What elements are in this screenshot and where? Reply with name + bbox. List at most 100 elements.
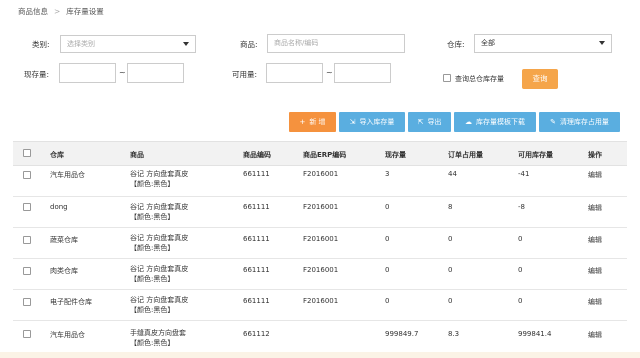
cell-occupied: 8 <box>448 203 453 211</box>
cell-available: 999841.4 <box>518 330 552 338</box>
row-checkbox[interactable] <box>23 267 31 275</box>
row-checkbox[interactable] <box>23 203 31 211</box>
plus-icon: + <box>299 118 306 126</box>
edit-link[interactable]: 编辑 <box>588 330 602 340</box>
warehouse-value: 全部 <box>481 39 495 47</box>
breadcrumb-parent[interactable]: 商品信息 <box>18 7 48 16</box>
product-attr: 【颜色:黑色】 <box>130 275 175 283</box>
stock-min-input[interactable] <box>59 63 116 83</box>
cell-available: 0 <box>518 297 523 305</box>
table-row: 电子配件仓库 谷记 方向盘套真皮 【颜色:黑色】 661111 F2016001 … <box>13 290 627 321</box>
cell-warehouse: 肉类仓库 <box>50 267 78 275</box>
cell-available: -8 <box>518 203 525 211</box>
header-erp-code: 商品ERP编码 <box>303 151 347 159</box>
edit-link[interactable]: 编辑 <box>588 266 602 276</box>
query-button[interactable]: 查询 <box>522 69 558 89</box>
cell-warehouse: dong <box>50 203 68 211</box>
product-name: 谷记 方向盘套真皮 <box>130 170 189 178</box>
cell-code: 661111 <box>243 170 270 178</box>
product-attr: 【颜色:黑色】 <box>130 213 175 221</box>
cell-stock: 999849.7 <box>385 330 419 338</box>
cell-erp: F2016001 <box>303 235 339 243</box>
breadcrumb-current: 库存量设置 <box>66 7 104 16</box>
product-attr: 【颜色:黑色】 <box>130 244 175 252</box>
category-select[interactable]: 选择类别 <box>60 35 196 53</box>
product-search-input[interactable]: 商品名称/编码 <box>267 34 405 53</box>
select-all-checkbox[interactable] <box>23 149 31 157</box>
category-label: 类别: <box>32 40 50 49</box>
available-label: 可用量: <box>232 70 258 79</box>
import-stock-button[interactable]: ⇲ 导入库存量 <box>339 112 405 132</box>
template-download-button-label: 库存量模板下载 <box>476 118 525 126</box>
clear-occupied-button[interactable]: ✎ 清理库存占用量 <box>539 112 620 132</box>
breadcrumb-separator: > <box>54 7 61 16</box>
cell-product: 谷记 方向盘套真皮 【颜色:黑色】 <box>130 202 188 222</box>
cell-occupied: 8.3 <box>448 330 460 338</box>
row-checkbox[interactable] <box>23 298 31 306</box>
cell-occupied: 0 <box>448 297 453 305</box>
import-icon: ⇲ <box>349 118 356 126</box>
wrench-icon: ✎ <box>550 118 556 126</box>
export-icon: ⇱ <box>417 118 424 126</box>
bottom-edge <box>0 352 640 358</box>
stock-label: 现存量: <box>24 70 50 79</box>
available-max-input[interactable] <box>334 63 391 83</box>
row-checkbox[interactable] <box>23 330 31 338</box>
cell-occupied: 0 <box>448 266 453 274</box>
product-name: 手缝真皮方向盘套 <box>130 329 186 337</box>
edit-link[interactable]: 编辑 <box>588 297 602 307</box>
header-occupied: 订单占用量 <box>448 151 483 159</box>
product-label: 商品: <box>240 40 258 49</box>
export-button[interactable]: ⇱ 导出 <box>408 112 451 132</box>
header-warehouse: 仓库 <box>50 151 64 159</box>
total-stock-checkbox-label: 查询总仓库存量 <box>455 75 504 83</box>
cell-available: 0 <box>518 266 523 274</box>
cell-warehouse: 蔬菜仓库 <box>50 236 78 244</box>
cell-warehouse: 电子配件仓库 <box>50 298 92 306</box>
cell-code: 661111 <box>243 235 270 243</box>
stock-max-input[interactable] <box>127 63 184 83</box>
chevron-down-icon <box>183 42 189 46</box>
total-stock-checkbox[interactable] <box>443 74 451 82</box>
product-placeholder: 商品名称/编码 <box>274 39 319 47</box>
header-available: 可用库存量 <box>518 151 553 159</box>
product-name: 谷记 方向盘套真皮 <box>130 296 189 304</box>
cell-product: 谷记 方向盘套真皮 【颜色:黑色】 <box>130 295 188 315</box>
row-checkbox[interactable] <box>23 171 31 179</box>
cell-erp: F2016001 <box>303 266 339 274</box>
edit-link[interactable]: 编辑 <box>588 203 602 213</box>
header-action: 操作 <box>588 151 602 159</box>
cell-erp: F2016001 <box>303 170 339 178</box>
stock-range-separator: ~ <box>119 68 126 77</box>
template-download-button[interactable]: ☁ 库存量模板下载 <box>454 112 536 132</box>
header-stock: 现存量 <box>385 151 406 159</box>
cell-erp: F2016001 <box>303 297 339 305</box>
cell-code: 661111 <box>243 266 270 274</box>
cell-stock: 0 <box>385 203 390 211</box>
import-stock-button-label: 导入库存量 <box>359 118 395 126</box>
cell-occupied: 44 <box>448 170 457 178</box>
cell-erp: F2016001 <box>303 203 339 211</box>
available-range-separator: ~ <box>326 68 333 77</box>
edit-link[interactable]: 编辑 <box>588 170 602 180</box>
cell-product: 谷记 方向盘套真皮 【颜色:黑色】 <box>130 169 188 189</box>
product-name: 谷记 方向盘套真皮 <box>130 203 189 211</box>
available-min-input[interactable] <box>266 63 323 83</box>
cloud-download-icon: ☁ <box>465 118 472 126</box>
cell-stock: 0 <box>385 235 390 243</box>
category-placeholder: 选择类别 <box>67 40 95 48</box>
cell-code: 661111 <box>243 297 270 305</box>
add-button-label: 新 增 <box>309 118 326 126</box>
cell-warehouse: 汽车用品仓 <box>50 171 85 179</box>
chevron-down-icon <box>599 41 605 45</box>
header-product-code: 商品编码 <box>243 151 271 159</box>
product-name: 谷记 方向盘套真皮 <box>130 265 189 273</box>
warehouse-select[interactable]: 全部 <box>474 34 612 53</box>
row-checkbox[interactable] <box>23 236 31 244</box>
cell-stock: 0 <box>385 297 390 305</box>
cell-product: 手缝真皮方向盘套 【颜色:黑色】 <box>130 328 186 348</box>
cell-warehouse: 汽车用品仓 <box>50 331 85 339</box>
edit-link[interactable]: 编辑 <box>588 235 602 245</box>
add-button[interactable]: + 新 增 <box>289 112 336 132</box>
table-header: 仓库 商品 商品编码 商品ERP编码 现存量 订单占用量 可用库存量 操作 <box>13 141 627 166</box>
